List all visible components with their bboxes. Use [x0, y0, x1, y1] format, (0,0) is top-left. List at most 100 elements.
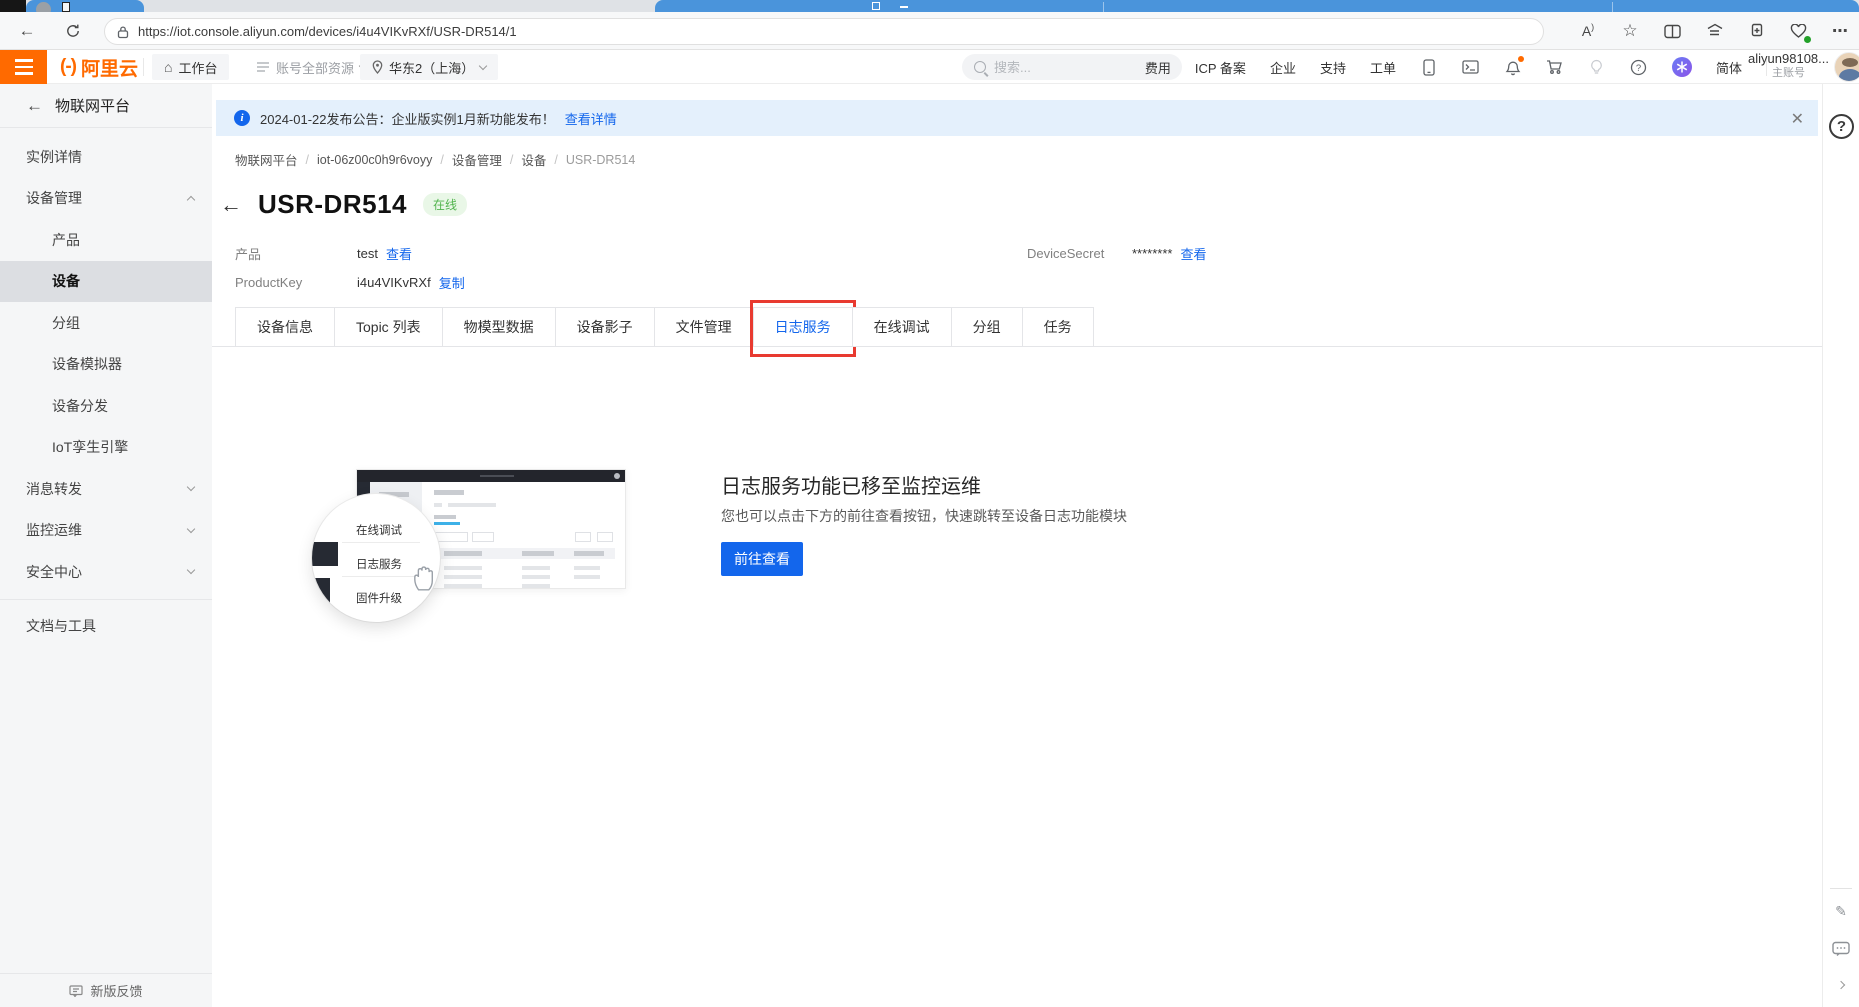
read-aloud-icon[interactable]: A)	[1577, 20, 1599, 42]
edit-survey-icon[interactable]: ✎	[1831, 901, 1851, 921]
aliyun-logo[interactable]: (-) 阿里云	[60, 50, 138, 84]
account-scope-selector[interactable]: 账号全部资源	[248, 54, 374, 80]
nav-link-enterprise[interactable]: 企业	[1270, 58, 1296, 77]
device-tabs: 设备信息 Topic 列表 物模型数据 设备影子 文件管理 日志服务 在线调试 …	[235, 307, 1822, 347]
sidebar-item-device-distribution[interactable]: 设备分发	[0, 385, 212, 427]
breadcrumb-item[interactable]: iot-06z00c0h9r6voyy	[317, 153, 432, 167]
product-label: 产品	[235, 244, 357, 263]
right-rail: ? ✎	[1822, 84, 1859, 1007]
home-icon: ⌂	[164, 59, 172, 75]
back-icon[interactable]: ←	[12, 16, 42, 46]
sidebar-item-monitoring[interactable]: 监控运维	[0, 510, 212, 552]
breadcrumb-item[interactable]: 物联网平台	[235, 150, 298, 169]
tab-thing-model-data[interactable]: 物模型数据	[442, 307, 556, 347]
refresh-icon[interactable]	[58, 16, 88, 46]
address-bar[interactable]: https://iot.console.aliyun.com/devices/i…	[104, 18, 1544, 45]
sidebar-item-security-center[interactable]: 安全中心	[0, 551, 212, 593]
announcement-link[interactable]: 查看详情	[565, 109, 617, 128]
expand-panel-icon[interactable]	[1831, 975, 1851, 995]
cart-icon[interactable]	[1546, 58, 1564, 76]
nav-link-icp[interactable]: ICP 备案	[1195, 58, 1246, 77]
sidebar-item-product[interactable]: 产品	[0, 219, 212, 261]
tab-log-service[interactable]: 日志服务	[753, 307, 853, 347]
account-type: 主账号	[1748, 66, 1829, 80]
search-input[interactable]	[994, 60, 1154, 75]
help-icon[interactable]: ?	[1630, 58, 1648, 76]
feedback-button[interactable]: 新版反馈	[0, 973, 212, 1007]
intl-icon[interactable]	[1672, 57, 1692, 77]
productkey-label: ProductKey	[235, 275, 357, 290]
more-menu-icon[interactable]: ⋯	[1829, 20, 1851, 42]
sidebar-header: ← 物联网平台	[0, 84, 212, 128]
locale-switch[interactable]: 简体	[1716, 58, 1742, 77]
sidebar-item-instance-detail[interactable]: 实例详情	[0, 136, 212, 178]
help-circle-icon[interactable]: ?	[1829, 114, 1854, 139]
account-menu[interactable]: aliyun98108... 主账号	[1748, 52, 1829, 80]
site-lock-icon[interactable]	[117, 25, 129, 39]
product-view-link[interactable]: 查看	[386, 244, 412, 263]
hamburger-menu-icon[interactable]	[0, 50, 47, 84]
close-icon[interactable]: ✕	[1791, 109, 1804, 129]
sidebar-item-group[interactable]: 分组	[0, 302, 212, 344]
tab-group[interactable]: 分组	[951, 307, 1023, 347]
sidebar-item-device-management[interactable]: 设备管理	[0, 178, 212, 220]
nav-link-ticket[interactable]: 工单	[1370, 58, 1396, 77]
bulb-icon[interactable]	[1588, 58, 1606, 76]
region-selector[interactable]: 华东2（上海）	[360, 54, 498, 80]
mock-menu-log-service: 日志服务	[356, 556, 402, 572]
devicesecret-view-link[interactable]: 查看	[1180, 244, 1206, 263]
breadcrumb-item[interactable]: 设备管理	[452, 150, 502, 169]
hand-cursor-icon	[412, 562, 438, 597]
sidebar-item-iot-twin[interactable]: IoT孪生引擎	[0, 427, 212, 469]
sidebar-item-docs-tools[interactable]: 文档与工具	[0, 606, 212, 648]
mock-menu-firmware-upgrade: 固件升级	[356, 590, 402, 606]
nav-link-support[interactable]: 支持	[1320, 58, 1346, 77]
sidebar-item-device[interactable]: 设备	[0, 261, 212, 303]
go-view-button[interactable]: 前往查看	[721, 542, 803, 576]
sidebar-title: 物联网平台	[55, 95, 130, 116]
chevron-down-icon	[479, 61, 487, 69]
search-icon	[974, 61, 986, 73]
tab-topic-list[interactable]: Topic 列表	[334, 307, 443, 347]
feedback-icon	[69, 985, 83, 997]
nav-link-billing[interactable]: 费用	[1145, 58, 1171, 77]
divider	[0, 599, 212, 600]
tab-device-shadow[interactable]: 设备影子	[555, 307, 655, 347]
sidebar-item-device-simulator[interactable]: 设备模拟器	[0, 344, 212, 386]
tab-device-info[interactable]: 设备信息	[235, 307, 335, 347]
avatar[interactable]	[1834, 52, 1859, 82]
aliyun-logo-text: 阿里云	[81, 54, 138, 81]
url-text[interactable]: https://iot.console.aliyun.com/devices/i…	[138, 24, 517, 39]
announcement-bar: i 2024-01-22发布公告：企业版实例1月新功能发布！ 查看详情 ✕	[216, 100, 1818, 136]
tab-file-management[interactable]: 文件管理	[654, 307, 754, 347]
chevron-down-icon	[187, 566, 195, 574]
screen: ← https://iot.console.aliyun.com/devices…	[0, 0, 1859, 1007]
username: aliyun98108...	[1748, 52, 1829, 66]
collections-icon[interactable]	[1703, 20, 1725, 42]
back-arrow-icon[interactable]: ←	[26, 96, 43, 116]
split-screen-icon[interactable]	[1661, 20, 1683, 42]
tab-online-debug[interactable]: 在线调试	[852, 307, 952, 347]
resource-icon	[256, 61, 270, 73]
browser-essentials-icon[interactable]	[1787, 20, 1809, 42]
tab-icon	[900, 2, 908, 8]
feedback-chat-icon[interactable]	[1831, 939, 1851, 959]
page-title: USR-DR514	[258, 189, 407, 220]
divider	[143, 58, 144, 76]
breadcrumb-item[interactable]: 设备	[521, 150, 546, 169]
productkey-copy-link[interactable]: 复制	[439, 273, 465, 292]
bell-icon[interactable]	[1504, 58, 1522, 76]
copy-pages-icon[interactable]	[1745, 20, 1767, 42]
browser-tab-active[interactable]	[26, 0, 144, 12]
productkey-value: i4u4VIKvRXf	[357, 275, 431, 290]
chevron-up-icon	[187, 196, 195, 204]
app-icon[interactable]	[1420, 58, 1438, 76]
sidebar: ← 物联网平台 实例详情 设备管理 产品 设备 分组 设备模拟器 设备分发 Io…	[0, 84, 212, 1007]
workbench-button[interactable]: ⌂ 工作台	[152, 54, 229, 80]
browser-tab-group[interactable]	[655, 0, 1859, 12]
favorite-star-icon[interactable]: ☆	[1619, 20, 1641, 42]
back-arrow-icon[interactable]: ←	[220, 192, 242, 218]
terminal-icon[interactable]	[1462, 58, 1480, 76]
sidebar-item-message-forwarding[interactable]: 消息转发	[0, 468, 212, 510]
tab-task[interactable]: 任务	[1022, 307, 1094, 347]
